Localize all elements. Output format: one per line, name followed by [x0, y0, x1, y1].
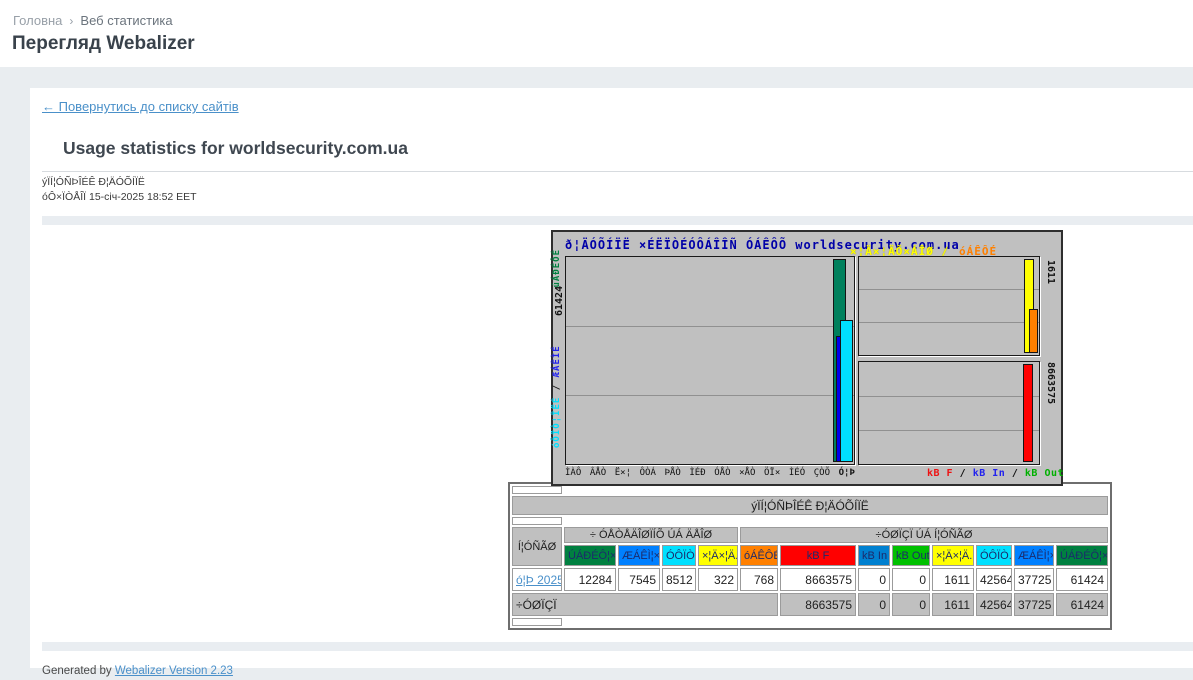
- total-kbout: 0: [892, 593, 930, 616]
- col-header-pages: ÓÔÏÒ.: [976, 545, 1012, 566]
- col-header-files-avg: ÆÁÊÌ¦×: [618, 545, 660, 566]
- month-report-link[interactable]: ó¦Þ 2025: [516, 573, 562, 587]
- table-title: ýÏÍ¦ÓÑÞÎÉÊ Ð¦ÄÓÕÍÏË: [512, 496, 1108, 515]
- month-column-header: Í¦ÓÑÃØ: [512, 527, 562, 566]
- month-tick: ÂÅÒ: [590, 468, 606, 478]
- hits-files-pages-panel: [565, 256, 855, 465]
- page-title: Перегляд Webalizer: [12, 33, 195, 55]
- cell-pages: 42564: [976, 568, 1012, 591]
- month-axis: ÌÀÔ ÂÅÒ Ë×¦ ÔÒÁ ÞÅÒ ÌÉÐ ÓÅÒ ×ÅÒ ÖÏ× ÌÉÓ …: [565, 468, 855, 478]
- col-header-hits-avg: ÚÁÐÉÔ¦×: [564, 545, 616, 566]
- col-header-pages-avg: ÓÔÏÒ.: [662, 545, 696, 566]
- total-visits: 1611: [932, 593, 974, 616]
- bar-sites: [1029, 309, 1038, 353]
- total-pages: 42564: [976, 593, 1012, 616]
- table-title-row: ýÏÍ¦ÓÑÞÎÉÊ Ð¦ÄÓÕÍÏË: [512, 496, 1108, 515]
- max-kbytes-label: 8663575: [1045, 362, 1056, 404]
- top-header: Головна › Веб статистика Перегляд Webalize…: [0, 0, 1193, 67]
- section-divider-top: [42, 216, 1193, 225]
- left-axis-label: óÔÏÒ¦ÎËÉ / ÆÁÊÌÉ úÁÐÉÔÉ: [552, 232, 564, 465]
- table-data-row: ó¦Þ 2025 12284 7545 8512 322 768 8663575…: [512, 568, 1108, 591]
- daily-average-group-header: ÷ ÓÅÒÅÄÎØÏÍÕ ÚÁ ÄÅÎØ: [564, 527, 738, 543]
- month-tick: ÌÉÓ: [789, 468, 805, 478]
- breadcrumb: Головна › Веб статистика: [13, 13, 173, 28]
- breadcrumb-current: Веб статистика: [80, 13, 172, 28]
- gridline: [859, 396, 1039, 397]
- month-tick: Ë×¦: [615, 468, 631, 478]
- total-hits: 61424: [1056, 593, 1108, 616]
- cell-kbf: 8663575: [780, 568, 856, 591]
- kbytes-panel: [858, 361, 1040, 465]
- cell-visits-avg: 322: [698, 568, 738, 591]
- breadcrumb-separator: ›: [69, 14, 73, 28]
- month-tick: ÇÒÕ: [814, 468, 830, 478]
- col-header-hits: ÚÁÐÉÔ¦×: [1056, 545, 1108, 566]
- month-tick: ÓÅÒ: [714, 468, 730, 478]
- total-files: 37725: [1014, 593, 1054, 616]
- month-total-group-header: ÷ÓØÏÇÏ ÚÁ Í¦ÓÑÃØ: [740, 527, 1108, 543]
- usage-summary-graph: ð¦ÄÓÕÍÏË ×ÉËÏÒÉÓÔÁÎÎÑ ÓÁÊÔÕ worldsecurit…: [551, 230, 1063, 486]
- cell-files-avg: 7545: [618, 568, 660, 591]
- col-header-visits: ×¦Ä×¦Ä.: [932, 545, 974, 566]
- month-tick: ÔÒÁ: [640, 468, 656, 478]
- col-header-files: ÆÁÊÌ¦×: [1014, 545, 1054, 566]
- col-header-kbout: kB Out: [892, 545, 930, 566]
- month-tick: ÖÏ×: [764, 468, 780, 478]
- gridline: [566, 395, 854, 396]
- month-tick: ÌÉÐ: [689, 468, 705, 478]
- col-header-visits-avg: ×¦Ä×¦Ä.: [698, 545, 738, 566]
- gridline: [859, 430, 1039, 431]
- col-header-kbf: kB F: [780, 545, 856, 566]
- month-tick: ÞÅÒ: [665, 468, 681, 478]
- month-tick-current: Ó¦Þ: [839, 468, 855, 478]
- totals-label: ÷ÓØÏÇÏ: [512, 593, 778, 616]
- table-spacer-row: [512, 517, 1108, 525]
- table-spacer-row: [512, 486, 1108, 494]
- monthly-summary-table: ýÏÍ¦ÓÑÞÎÉÊ Ð¦ÄÓÕÍÏË Í¦ÓÑÃØ ÷ ÓÅÒÅÄÎØÏÍÕ …: [508, 482, 1112, 630]
- visits-sites-panel: [858, 256, 1040, 356]
- cell-pages-avg: 8512: [662, 568, 696, 591]
- max-visits-label: 1611: [1045, 260, 1056, 284]
- gridline: [859, 322, 1039, 323]
- col-header-kbin: kB In: [858, 545, 890, 566]
- total-kbf: 8663575: [780, 593, 856, 616]
- table-totals-row: ÷ÓØÏÇÏ 8663575 0 0 1611 42564 37725 6142…: [512, 593, 1108, 616]
- month-tick: ×ÅÒ: [739, 468, 755, 478]
- section-divider-bottom: [42, 642, 1193, 651]
- table-group-header-row: Í¦ÓÑÃØ ÷ ÓÅÒÅÄÎØÏÍÕ ÚÁ ÄÅÎØ ÷ÓØÏÇÏ ÚÁ Í¦…: [512, 527, 1108, 543]
- month-tick: ÌÀÔ: [565, 468, 581, 478]
- report-heading: Usage statistics for worldsecurity.com.u…: [63, 138, 1193, 159]
- breadcrumb-home[interactable]: Головна: [13, 13, 62, 28]
- table-column-header-row: ÚÁÐÉÔ¦× ÆÁÊÌ¦× ÓÔÏÒ. ×¦Ä×¦Ä. óÁÊÔÉ kB F …: [512, 545, 1108, 566]
- cell-sites: 768: [740, 568, 778, 591]
- gridline: [859, 289, 1039, 290]
- table-spacer-row: [512, 618, 1108, 626]
- bar-pages: [840, 320, 853, 462]
- content-card: ← Повернутись до списку сайтів Usage sta…: [30, 88, 1193, 668]
- bar-kbytes: [1023, 364, 1033, 462]
- page-background: ← Повернутись до списку сайтів Usage sta…: [0, 67, 1193, 680]
- cell-hits: 61424: [1056, 568, 1108, 591]
- monthly-summary-line: ýÏÍ¦ÓÑÞÎÉÊ Ð¦ÄÓÕÍÏË: [42, 175, 1193, 190]
- cell-kbout: 0: [892, 568, 930, 591]
- generated-date-line: óÔ×ÏÒÅÎÏ 15-січ-2025 18:52 EET: [42, 190, 1193, 205]
- total-kbin: 0: [858, 593, 890, 616]
- spacer-cell: [512, 517, 562, 525]
- cell-visits: 1611: [932, 568, 974, 591]
- spacer-cell: [512, 618, 562, 626]
- heading-divider: [42, 171, 1193, 172]
- cell-kbin: 0: [858, 568, 890, 591]
- cell-files: 37725: [1014, 568, 1054, 591]
- gridline: [566, 326, 854, 327]
- kb-legend: kB F / kB In / kB Out: [927, 468, 1064, 479]
- spacer-cell: [512, 486, 562, 494]
- cell-hits-avg: 12284: [564, 568, 616, 591]
- back-to-sites-link[interactable]: ← Повернутись до списку сайтів: [42, 99, 239, 114]
- generated-by-line: Generated by Webalizer Version 2.23: [42, 665, 1193, 677]
- webalizer-version-link[interactable]: Webalizer Version 2.23: [115, 665, 233, 677]
- col-header-sites: óÁÊÔÉ: [740, 545, 778, 566]
- max-hits-label: 61424: [554, 286, 565, 316]
